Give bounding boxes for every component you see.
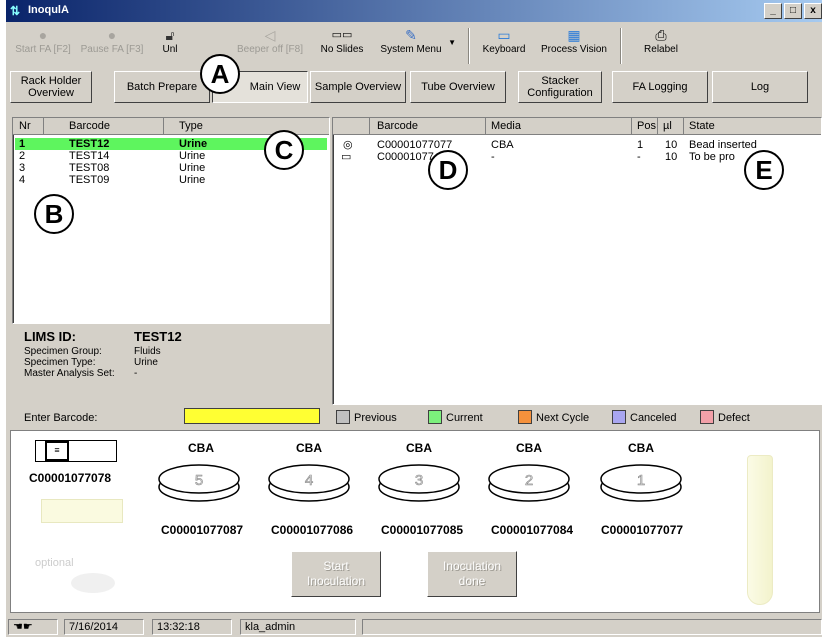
tube-frame xyxy=(35,440,117,462)
faded-dish-icon xyxy=(71,573,115,593)
petri-dish-icon[interactable]: 2 xyxy=(487,463,571,503)
speaker-icon: ◁ xyxy=(264,27,276,43)
keyboard-icon: ▭ xyxy=(497,27,511,43)
header-pos[interactable]: Pos xyxy=(637,120,656,132)
close-button[interactable]: x xyxy=(804,3,822,19)
window-title: InoqulA xyxy=(28,4,69,16)
lims-id-label: LIMS ID: xyxy=(24,329,76,344)
lims-id-value: TEST12 xyxy=(134,329,182,344)
dish-number: 2 xyxy=(525,472,533,489)
dish-barcode: C00001077084 xyxy=(491,523,574,537)
header-media[interactable]: Media xyxy=(491,120,521,132)
maximize-button[interactable]: □ xyxy=(784,3,802,19)
dish-media: CBA xyxy=(628,441,654,455)
petri-dish-icon[interactable]: 4 xyxy=(267,463,351,503)
slide-row[interactable]: ◎ C00001077077 CBA 1 10 Bead inserted xyxy=(335,139,819,151)
tube-icon: ▭ xyxy=(341,151,352,163)
legend-swatch-next-cycle xyxy=(518,410,532,424)
specimen-info: LIMS ID: TEST12 Specimen Group: Fluids S… xyxy=(24,329,182,379)
status-icons: ☚☛ xyxy=(8,619,58,635)
enter-barcode-label: Enter Barcode: xyxy=(24,412,98,424)
tab-stacker-configuration[interactable]: Stacker Configuration xyxy=(518,71,602,103)
header-nr[interactable]: Nr xyxy=(19,120,31,132)
status-bar: ☚☛ 7/16/2014 13:32:18 kla_admin xyxy=(6,617,822,637)
petri-dish-icon[interactable]: 5 xyxy=(157,463,241,503)
dish-barcode: C00001077087 xyxy=(161,523,244,537)
slide-station: ≡ C00001077078 optional CBA 5 C000010770… xyxy=(10,430,820,613)
dish-number: 5 xyxy=(195,472,203,489)
hand-icon: ☚☛ xyxy=(13,621,33,633)
beeper-off-button[interactable]: ◁ Beeper off [F8] xyxy=(232,24,308,66)
relabel-button[interactable]: ⎙ Relabel xyxy=(636,24,686,66)
dropdown-arrow-icon: ▼ xyxy=(448,38,456,47)
status-date: 7/16/2014 xyxy=(64,619,144,635)
header-type[interactable]: Type xyxy=(179,120,203,132)
status-message xyxy=(362,619,822,635)
pause-icon: ● xyxy=(107,27,117,43)
dish-media: CBA xyxy=(188,441,214,455)
header-state[interactable]: State xyxy=(689,120,715,132)
slide-list-header: Barcode Media Pos µl State xyxy=(333,118,821,135)
process-vision-button[interactable]: ▦ Process Vision xyxy=(536,24,612,66)
no-slides-button[interactable]: ▭▭ No Slides xyxy=(314,24,370,66)
dish-barcode: C00001077086 xyxy=(271,523,354,537)
unlock-button[interactable]: 🔓︎ Unl xyxy=(150,24,190,66)
barcode-input[interactable] xyxy=(184,408,320,424)
legend-swatch xyxy=(336,410,350,424)
status-user: kla_admin xyxy=(240,619,356,635)
dish-number: 1 xyxy=(637,472,645,489)
grid-icon: ▦ xyxy=(567,27,581,43)
minimize-button[interactable]: _ xyxy=(764,3,782,19)
legend-swatch-current xyxy=(428,410,442,424)
sample-row[interactable]: 4 TEST09 Urine xyxy=(15,174,327,186)
edit-icon: ✎ xyxy=(405,27,417,43)
pause-fa-button[interactable]: ● Pause FA [F3] xyxy=(78,24,146,66)
keyboard-button[interactable]: ▭ Keyboard xyxy=(478,24,530,66)
header-barcode[interactable]: Barcode xyxy=(69,120,110,132)
dish-media: CBA xyxy=(406,441,432,455)
dish-barcode: C00001077077 xyxy=(601,523,684,537)
view-tabs: Rack Holder Overview Batch Prepare Main V… xyxy=(6,68,822,106)
dish-media: CBA xyxy=(296,441,322,455)
start-icon: ● xyxy=(38,27,48,43)
slides-icon: ▭▭ xyxy=(331,29,353,41)
callout-d: D xyxy=(428,150,468,190)
printer-icon: ⎙ xyxy=(655,27,667,43)
lock-icon: 🔓︎ xyxy=(165,27,175,43)
status-time: 13:32:18 xyxy=(152,619,232,635)
tab-sample-overview[interactable]: Sample Overview xyxy=(310,71,406,103)
petri-dish-icon[interactable]: 3 xyxy=(377,463,461,503)
tube-graphic xyxy=(747,455,773,605)
petri-dish-icon[interactable]: 1 xyxy=(599,463,683,503)
legend-previous xyxy=(336,408,352,426)
callout-b: B xyxy=(34,194,74,234)
legend-swatch-canceled xyxy=(612,410,626,424)
tab-batch-prepare[interactable]: Batch Prepare xyxy=(114,71,210,103)
empty-slot xyxy=(41,499,123,523)
start-fa-button[interactable]: ● Start FA [F2] xyxy=(12,24,74,66)
callout-e: E xyxy=(744,150,784,190)
tab-tube-overview[interactable]: Tube Overview xyxy=(410,71,506,103)
app-window: ⇅ InoqulA _ □ x ● Start FA [F2] ● Pause … xyxy=(6,0,822,637)
inoculation-done-button[interactable]: Inoculation done xyxy=(427,551,517,597)
callout-a: A xyxy=(200,54,240,94)
tube-barcode: C00001077078 xyxy=(29,471,112,485)
system-menu-button[interactable]: ✎ System Menu ▼ xyxy=(376,24,456,66)
tab-rack-holder-overview[interactable]: Rack Holder Overview xyxy=(10,71,92,103)
tab-log[interactable]: Log xyxy=(712,71,808,103)
dish-barcode: C00001077085 xyxy=(381,523,464,537)
toolbar: ● Start FA [F2] ● Pause FA [F3] 🔓︎ Unl ◁… xyxy=(6,22,822,68)
tab-fa-logging[interactable]: FA Logging xyxy=(612,71,708,103)
dish-number: 3 xyxy=(415,472,423,489)
dish-number: 4 xyxy=(305,472,313,489)
dish-media: CBA xyxy=(516,441,542,455)
legend-swatch-defect xyxy=(700,410,714,424)
app-icon: ⇅ xyxy=(10,4,21,18)
start-inoculation-button[interactable]: Start Inoculation xyxy=(291,551,381,597)
header-slide-barcode[interactable]: Barcode xyxy=(377,120,418,132)
callout-c: C xyxy=(264,130,304,170)
title-bar: ⇅ InoqulA _ □ x xyxy=(6,0,822,22)
header-ul[interactable]: µl xyxy=(663,120,672,132)
dish-icon: ◎ xyxy=(343,139,353,151)
